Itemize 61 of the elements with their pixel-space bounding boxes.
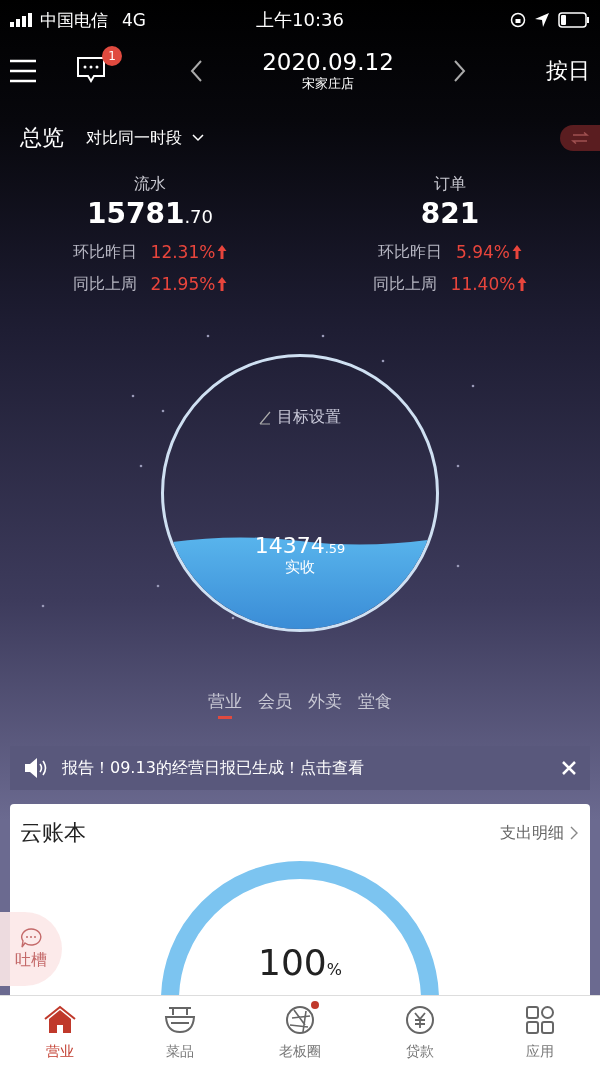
battery-icon [558, 12, 590, 28]
rate-label: 环比昨日 [378, 241, 442, 263]
swap-icon [571, 132, 589, 144]
nav-tab[interactable]: 贷款 [360, 996, 480, 1066]
pencil-icon [259, 410, 271, 425]
period-button[interactable]: 按日 [546, 56, 590, 86]
expense-detail-link[interactable]: 支出明细 [500, 822, 578, 844]
rate-value: 5.94% [456, 242, 510, 262]
message-icon[interactable] [76, 56, 106, 84]
next-icon[interactable] [453, 60, 466, 82]
carrier-name: 中国电信 [40, 8, 108, 32]
compare-dropdown[interactable]: 对比同一时段 [86, 127, 204, 149]
speaker-icon [24, 757, 48, 779]
menu-icon[interactable] [10, 59, 36, 83]
arrow-up-icon [512, 244, 522, 260]
arrow-up-icon [217, 244, 228, 260]
rate-label: 同比上周 [72, 273, 137, 295]
nav-tab[interactable]: 菜品 [120, 996, 240, 1066]
category-tab[interactable]: 堂食 [358, 688, 392, 722]
completion-percent: 100% [257, 942, 343, 983]
nav-tab[interactable]: 营业 [0, 996, 120, 1066]
rate-value: 12.31% [150, 242, 216, 262]
goal-setting-button[interactable]: 目标设置 [259, 407, 341, 428]
chevron-down-icon [192, 134, 204, 142]
rate-label: 同比上周 [372, 273, 437, 295]
category-tab[interactable]: 会员 [258, 688, 292, 722]
home-icon [43, 1005, 77, 1035]
location-icon [534, 12, 550, 28]
metric-label: 订单 [434, 174, 466, 195]
chevron-right-icon [570, 826, 578, 840]
ledger-title: 云账本 [20, 819, 86, 847]
chat-icon [20, 927, 42, 948]
apps-grid-icon [525, 1005, 555, 1035]
notice-text: 报告！09.13的经营日报已生成！点击查看 [62, 757, 365, 779]
arrow-up-icon [217, 276, 228, 292]
switch-button[interactable] [560, 125, 600, 151]
rate-value: 21.95% [150, 274, 216, 294]
rotation-lock-icon [510, 12, 526, 28]
nav-tab[interactable]: 应用 [480, 996, 600, 1066]
previous-icon[interactable] [190, 60, 203, 82]
date-title: 2020.09.12 [262, 49, 394, 75]
arrow-up-icon [517, 276, 528, 292]
overview-title: 总览 [20, 124, 64, 152]
signal-icon [10, 13, 34, 27]
unread-badge: 1 [102, 46, 122, 66]
notice-bar[interactable]: 报告！09.13的经营日报已生成！点击查看 [10, 746, 590, 790]
store-name: 宋家庄店 [302, 75, 354, 93]
network-type: 4G [122, 10, 146, 30]
received-label: 实收 [285, 558, 315, 577]
rate-value: 11.40% [450, 274, 516, 294]
metric-value: 15781.70 [86, 197, 214, 230]
rate-label: 环比昨日 [72, 241, 137, 263]
nav-tab[interactable]: 老板圈 [240, 996, 360, 1066]
category-tab[interactable]: 外卖 [308, 688, 342, 722]
bowl-icon [163, 1005, 197, 1035]
close-icon[interactable] [562, 761, 576, 775]
received-amount: 14374.59 [254, 533, 346, 558]
clock: 上午10:36 [256, 8, 344, 32]
metric-value: 821 [420, 197, 480, 230]
yen-coin-icon [405, 1005, 435, 1035]
metric-label: 流水 [134, 174, 166, 195]
